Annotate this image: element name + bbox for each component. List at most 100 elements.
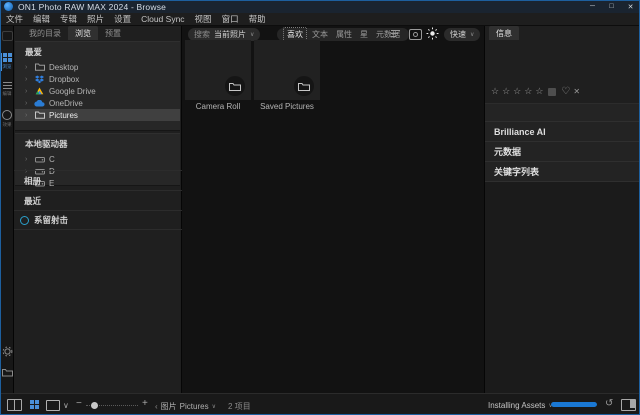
- window-title: ON1 Photo RAW MAX 2024 - Browse: [18, 2, 166, 12]
- favorite-dropbox[interactable]: › Dropbox: [15, 73, 180, 85]
- favorites-section: 最爱 › Desktop › Dropbox ›: [15, 41, 180, 131]
- favorite-google-drive[interactable]: › Google Drive: [15, 85, 180, 97]
- menu-bar: 文件 编辑 专辑 照片 设置 Cloud Sync 视图 窗口 帮助: [0, 13, 640, 26]
- expand-chevron-icon[interactable]: ›: [25, 64, 30, 71]
- module-browse[interactable]: 浏览: [0, 53, 14, 70]
- back-chevron-icon[interactable]: ‹: [155, 402, 158, 411]
- chevron-down-icon: ∨: [250, 31, 254, 38]
- menu-settings[interactable]: 设置: [109, 13, 136, 25]
- menu-window[interactable]: 窗口: [217, 13, 244, 25]
- onedrive-cloud-icon: [34, 100, 45, 107]
- zoom-in-button[interactable]: +: [142, 398, 148, 409]
- tab-info[interactable]: 信息: [489, 26, 519, 40]
- albums-title: 相册: [14, 175, 41, 187]
- expand-chevron-icon[interactable]: ›: [25, 156, 30, 163]
- thumbnail-size-slider[interactable]: [86, 405, 138, 406]
- dual-pane-icon[interactable]: [7, 399, 22, 411]
- filter-attributes[interactable]: 属性: [333, 28, 355, 41]
- folder-icon[interactable]: [0, 368, 14, 377]
- effects-ring-icon: [2, 110, 12, 120]
- like-heart-icon[interactable]: ♡: [561, 86, 570, 97]
- refresh-icon[interactable]: ↺: [605, 398, 613, 409]
- close-button[interactable]: ✕: [621, 0, 640, 13]
- star-icon[interactable]: ☆: [524, 86, 532, 97]
- hard-drive-icon: [34, 156, 45, 163]
- recent-section-header[interactable]: 最近: [14, 190, 182, 210]
- slider-thumb[interactable]: [91, 402, 98, 409]
- edit-sliders-icon: [3, 82, 12, 89]
- expand-chevron-icon[interactable]: ›: [25, 76, 30, 83]
- section-keyword-list[interactable]: 关键字列表: [485, 161, 640, 181]
- favorite-label: Pictures: [49, 111, 78, 120]
- filter-stars[interactable]: 星: [357, 28, 371, 41]
- status-bar: ∨ − + ‹ 图片 Pictures ∨ 2 项目 Installing As…: [0, 393, 640, 415]
- local-drives-title: 本地驱动器: [15, 134, 180, 153]
- favorite-pictures[interactable]: › Pictures: [15, 109, 180, 121]
- info-panel-empty-area: [485, 181, 640, 394]
- star-icon[interactable]: ☆: [513, 86, 521, 97]
- module-rail: 浏览 编辑 效果: [0, 26, 14, 393]
- dropbox-icon: [34, 75, 45, 84]
- module-effects[interactable]: 效果: [0, 110, 14, 128]
- installing-assets-status[interactable]: Installing Assets ∨: [488, 401, 553, 410]
- expand-chevron-icon[interactable]: ›: [25, 88, 30, 95]
- sun-light-icon[interactable]: [426, 27, 439, 40]
- search-scope-value: 当前照片: [214, 29, 246, 40]
- albums-section-header[interactable]: 相册: [14, 170, 182, 190]
- menu-cloud-sync[interactable]: Cloud Sync: [136, 14, 189, 24]
- menu-photo[interactable]: 照片: [82, 13, 109, 25]
- preview-speed-value: 快速: [450, 29, 466, 40]
- photos-icon[interactable]: [0, 31, 14, 41]
- chevron-down-icon: ∨: [470, 31, 474, 38]
- maximize-button[interactable]: □: [602, 0, 621, 13]
- section-metadata[interactable]: 元数据: [485, 141, 640, 161]
- app-logo-icon: [4, 2, 13, 11]
- tab-presets[interactable]: 预置: [98, 26, 128, 40]
- favorite-label: Google Drive: [49, 87, 96, 96]
- favorite-label: OneDrive: [49, 99, 83, 108]
- menu-edit[interactable]: 编辑: [28, 13, 55, 25]
- zoom-out-button[interactable]: −: [76, 398, 82, 409]
- menu-file[interactable]: 文件: [1, 13, 28, 25]
- thumbnail-preview-icon[interactable]: [409, 29, 422, 40]
- folder-icon: [34, 63, 45, 71]
- info-panel: 信息 ☆ ☆ ☆ ☆ ☆ ♡ ✕ Brilliance AI 元数据 关键字列表: [484, 26, 640, 393]
- detail-view-icon[interactable]: [46, 400, 60, 411]
- folder-icon: [34, 111, 45, 119]
- star-icon[interactable]: ☆: [491, 86, 499, 97]
- drive-c[interactable]: › C: [15, 153, 180, 165]
- color-label-swatch[interactable]: [548, 88, 556, 96]
- menu-album[interactable]: 专辑: [55, 13, 82, 25]
- toggle-right-panel-icon[interactable]: [621, 399, 636, 411]
- settings-gear-icon[interactable]: [0, 346, 14, 357]
- folder-tile-label: Camera Roll: [185, 102, 251, 111]
- section-brilliance-ai[interactable]: Brilliance AI: [485, 121, 640, 141]
- favorite-label: Dropbox: [49, 75, 79, 84]
- menu-help[interactable]: 帮助: [244, 13, 271, 25]
- sort-icon[interactable]: [391, 30, 400, 37]
- star-icon[interactable]: ☆: [535, 86, 543, 97]
- folder-badge: [294, 76, 314, 96]
- minimize-button[interactable]: ─: [583, 0, 602, 13]
- browser-canvas: 搜索 当前照片 ∨ 喜欢 文本 属性 星 元数据 快速 ∨: [182, 26, 484, 393]
- view-mode-chevron-icon[interactable]: ∨: [63, 401, 69, 410]
- browse-grid-icon: [3, 53, 12, 62]
- tethered-camera-icon: [20, 216, 29, 225]
- folder-tile-camera-roll[interactable]: [185, 40, 251, 100]
- grid-view-icon[interactable]: [30, 400, 39, 409]
- favorite-onedrive[interactable]: › OneDrive: [15, 97, 180, 109]
- folder-tile-saved-pictures[interactable]: [254, 40, 320, 100]
- dislike-x-icon[interactable]: ✕: [573, 87, 580, 96]
- tab-my-catalogs[interactable]: 我的目录: [22, 26, 68, 40]
- module-edit[interactable]: 编辑: [0, 82, 14, 97]
- tab-browse[interactable]: 浏览: [68, 26, 98, 40]
- breadcrumb[interactable]: ‹ 图片 Pictures ∨: [155, 401, 216, 412]
- favorite-desktop[interactable]: › Desktop: [15, 61, 180, 73]
- menu-view[interactable]: 视图: [190, 13, 217, 25]
- preview-speed-dropdown[interactable]: 快速 ∨: [444, 28, 480, 41]
- expand-chevron-icon[interactable]: ›: [25, 112, 30, 119]
- favorite-label: Desktop: [49, 63, 78, 72]
- star-icon[interactable]: ☆: [502, 86, 510, 97]
- expand-chevron-icon[interactable]: ›: [25, 100, 30, 107]
- tethered-shooting-row[interactable]: 系留射击: [14, 210, 182, 230]
